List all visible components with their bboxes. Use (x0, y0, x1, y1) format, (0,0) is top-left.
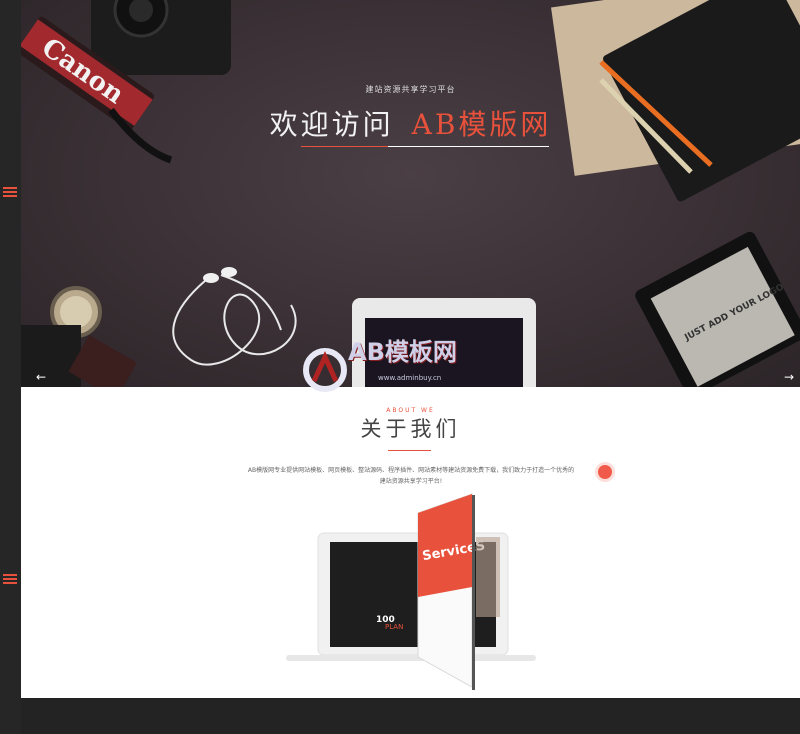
hero-title-welcome: 欢迎访问 (269, 108, 394, 141)
hero-still-life: Canon JUST ADD YOUR LOGO (21, 0, 800, 387)
arrow-right-icon[interactable]: → (784, 370, 794, 384)
device-mockup-illustration: 100 PLAN ServiceS (286, 493, 536, 690)
hamburger-menu-icon[interactable] (3, 187, 17, 197)
hero-subtitle: 建站资源共享学习平台 (365, 85, 456, 94)
left-sidebar (0, 0, 21, 734)
hero-banner: Canon JUST ADD YOUR LOGO 建站资源共享学习平台 欢迎访问… (21, 0, 800, 387)
footer (0, 698, 800, 734)
hero-title-brand: AB模版网 (411, 108, 552, 141)
hamburger-menu-icon-2[interactable] (3, 574, 17, 584)
hero-divider (301, 146, 549, 147)
arrow-left-icon[interactable]: ← (36, 370, 46, 384)
hero-title: 欢迎访问 AB模版网 (21, 103, 800, 143)
mock-subtext: PLAN (385, 623, 403, 631)
about-section: ABOUT WE 关于我们 AB模版网专业提供网站模板、网页模板、整站源码、程序… (21, 387, 800, 698)
